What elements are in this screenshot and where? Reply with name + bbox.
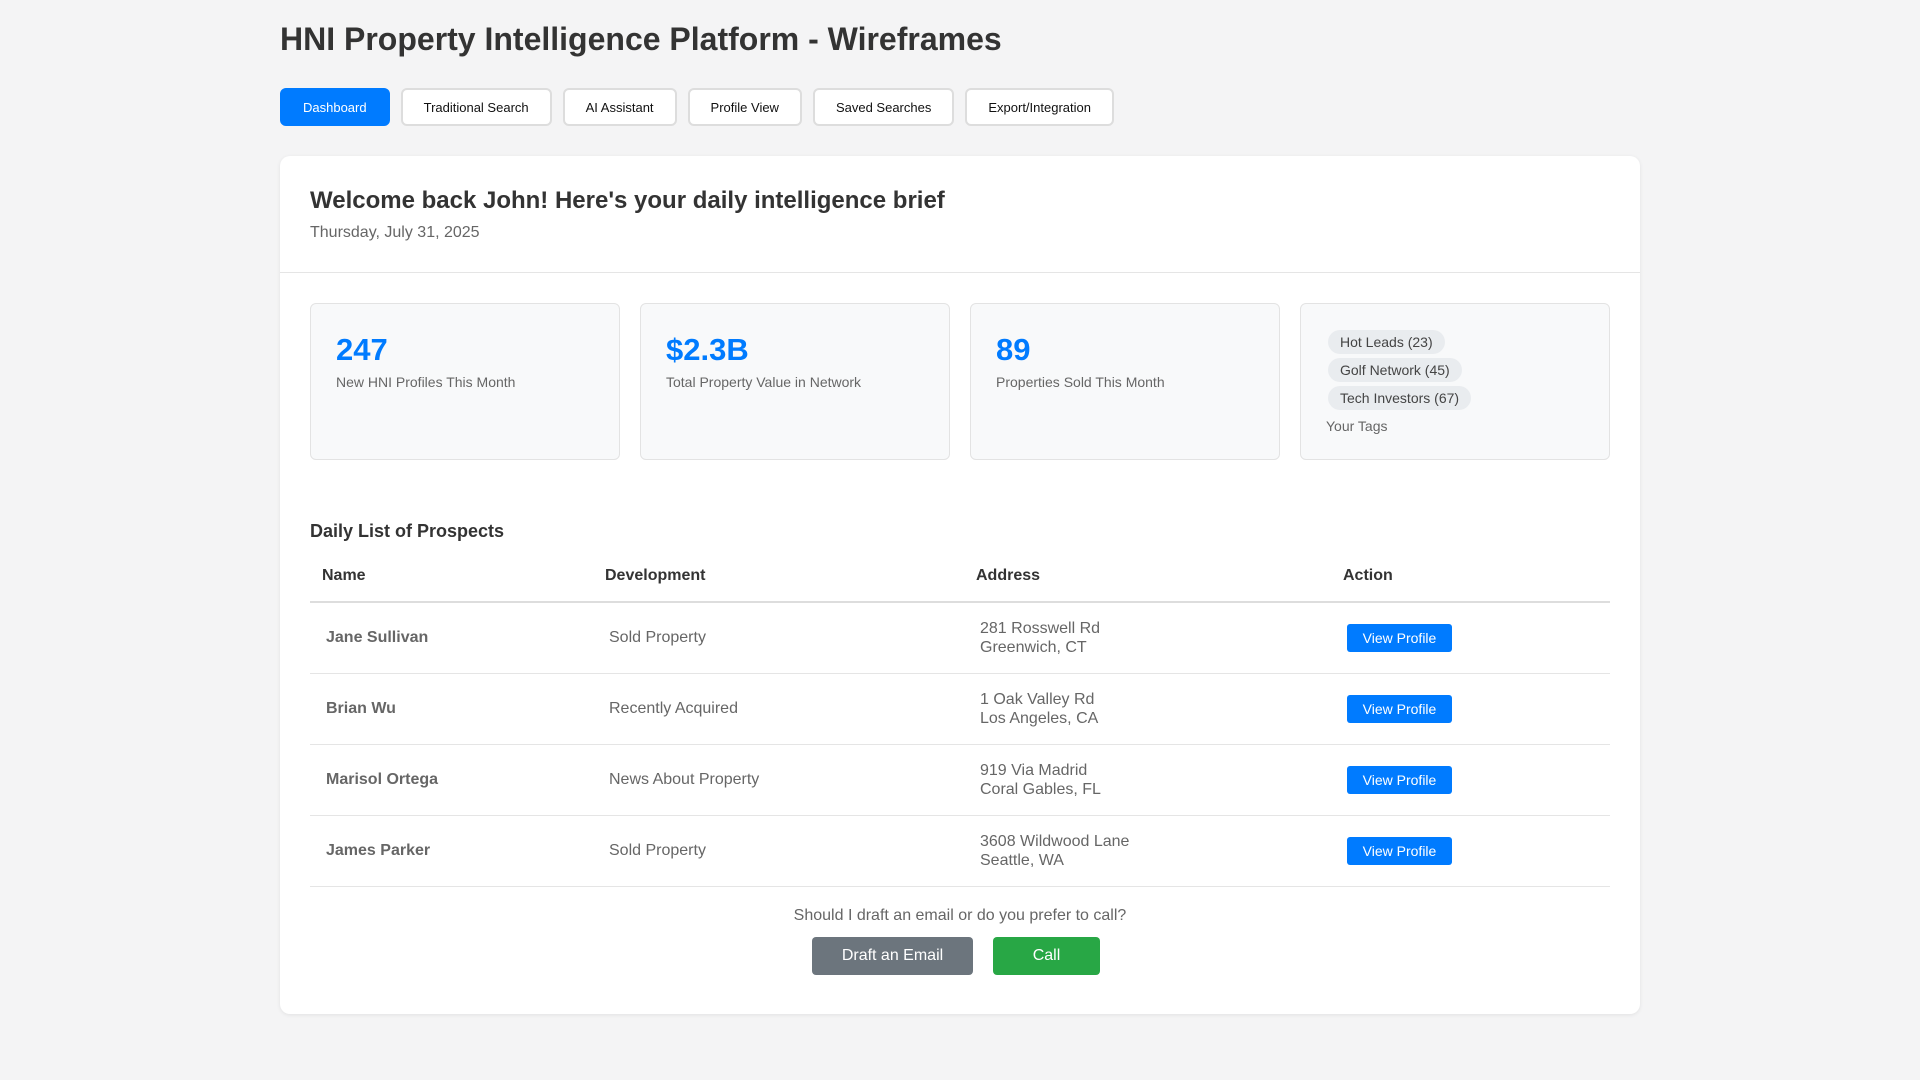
prospect-action: View Profile [1331, 744, 1610, 816]
column-header-development: Development [593, 562, 964, 603]
prospect-development: News About Property [593, 744, 964, 816]
prospect-action: View Profile [1331, 815, 1610, 887]
column-header-action: Action [1331, 562, 1610, 603]
page: HNI Property Intelligence Platform - Wir… [280, 0, 1640, 1014]
prospect-name: Brian Wu [310, 673, 593, 745]
prospect-address: 919 Via Madrid Coral Gables, FL [964, 744, 1331, 816]
view-profile-button[interactable]: View Profile [1347, 695, 1452, 723]
tab-export-integration[interactable]: Export/Integration [965, 88, 1114, 126]
tag-list: Hot Leads (23) Golf Network (45) Tech In… [1328, 330, 1584, 410]
stat-label: New HNI Profiles This Month [336, 374, 516, 390]
table-header-row: Name Development Address Action [310, 562, 1610, 603]
page-title: HNI Property Intelligence Platform - Wir… [280, 21, 1002, 57]
stats-row: 247 New HNI Profiles This Month $2.3B To… [280, 273, 1640, 460]
draft-email-button[interactable]: Draft an Email [812, 937, 973, 975]
tag-golf-network[interactable]: Golf Network (45) [1328, 358, 1462, 382]
prospect-address: 1 Oak Valley Rd Los Angeles, CA [964, 673, 1331, 745]
stat-label: Properties Sold This Month [996, 374, 1165, 390]
column-header-name: Name [310, 562, 593, 603]
stat-value: 89 [996, 332, 1031, 367]
stat-card-new-profiles: 247 New HNI Profiles This Month [310, 303, 620, 460]
followup-prompt: Should I draft an email or do you prefer… [793, 907, 1127, 924]
table-row: James Parker Sold Property 3608 Wildwood… [310, 815, 1610, 887]
prospects-title: Daily List of Prospects [310, 521, 505, 541]
address-line-1: 281 Rosswell Rd [980, 620, 1101, 637]
tag-hot-leads[interactable]: Hot Leads (23) [1328, 330, 1445, 354]
stat-label: Total Property Value in Network [666, 374, 862, 390]
prospect-name: James Parker [310, 815, 593, 887]
tab-traditional-search[interactable]: Traditional Search [400, 88, 552, 126]
prospect-action: View Profile [1331, 673, 1610, 745]
view-profile-button[interactable]: View Profile [1347, 837, 1452, 865]
prospects-table: Name Development Address Action Jane Sul… [310, 562, 1610, 887]
stat-card-property-value: $2.3B Total Property Value in Network [640, 303, 950, 460]
followup-actions: Draft an Email Call [280, 937, 1640, 975]
view-profile-button[interactable]: View Profile [1347, 766, 1452, 794]
address-line-2: Greenwich, CT [980, 639, 1087, 656]
address-line-2: Los Angeles, CA [980, 710, 1099, 727]
prospect-development: Sold Property [593, 815, 964, 887]
address-line-1: 3608 Wildwood Lane [980, 833, 1130, 850]
tab-saved-searches[interactable]: Saved Searches [812, 88, 955, 126]
table-row: Brian Wu Recently Acquired 1 Oak Valley … [310, 673, 1610, 745]
view-profile-button[interactable]: View Profile [1347, 624, 1452, 652]
address-line-2: Seattle, WA [980, 852, 1064, 869]
call-button[interactable]: Call [993, 937, 1100, 975]
stat-value: 247 [336, 332, 388, 367]
table-row: Marisol Ortega News About Property 919 V… [310, 744, 1610, 816]
tag-tech-investors[interactable]: Tech Investors (67) [1328, 386, 1472, 410]
address-line-1: 1 Oak Valley Rd [980, 691, 1095, 708]
stat-card-tags: Hot Leads (23) Golf Network (45) Tech In… [1300, 303, 1610, 460]
nav-tabs: Dashboard Traditional Search AI Assistan… [280, 88, 1640, 126]
prospect-address: 3608 Wildwood Lane Seattle, WA [964, 815, 1331, 887]
address-line-2: Coral Gables, FL [980, 781, 1101, 798]
table-row: Jane Sullivan Sold Property 281 Rosswell… [310, 602, 1610, 674]
brief-date: Thursday, July 31, 2025 [310, 224, 480, 241]
prospect-action: View Profile [1331, 602, 1610, 674]
tab-ai-assistant[interactable]: AI Assistant [562, 88, 677, 126]
stat-value: $2.3B [666, 332, 749, 367]
prospect-development: Recently Acquired [593, 673, 964, 745]
column-header-address: Address [964, 562, 1331, 603]
brief-header: Welcome back John! Here's your daily int… [280, 156, 1640, 273]
prospect-name: Marisol Ortega [310, 744, 593, 816]
tab-profile-view[interactable]: Profile View [687, 88, 802, 126]
welcome-heading: Welcome back John! Here's your daily int… [310, 187, 945, 214]
tab-dashboard[interactable]: Dashboard [280, 88, 390, 126]
prospect-name: Jane Sullivan [310, 602, 593, 674]
prospect-address: 281 Rosswell Rd Greenwich, CT [964, 602, 1331, 674]
stat-card-properties-sold: 89 Properties Sold This Month [970, 303, 1280, 460]
prospect-development: Sold Property [593, 602, 964, 674]
address-line-1: 919 Via Madrid [980, 762, 1088, 779]
dashboard-card: Welcome back John! Here's your daily int… [280, 156, 1640, 1014]
tags-label: Your Tags [1326, 418, 1388, 434]
